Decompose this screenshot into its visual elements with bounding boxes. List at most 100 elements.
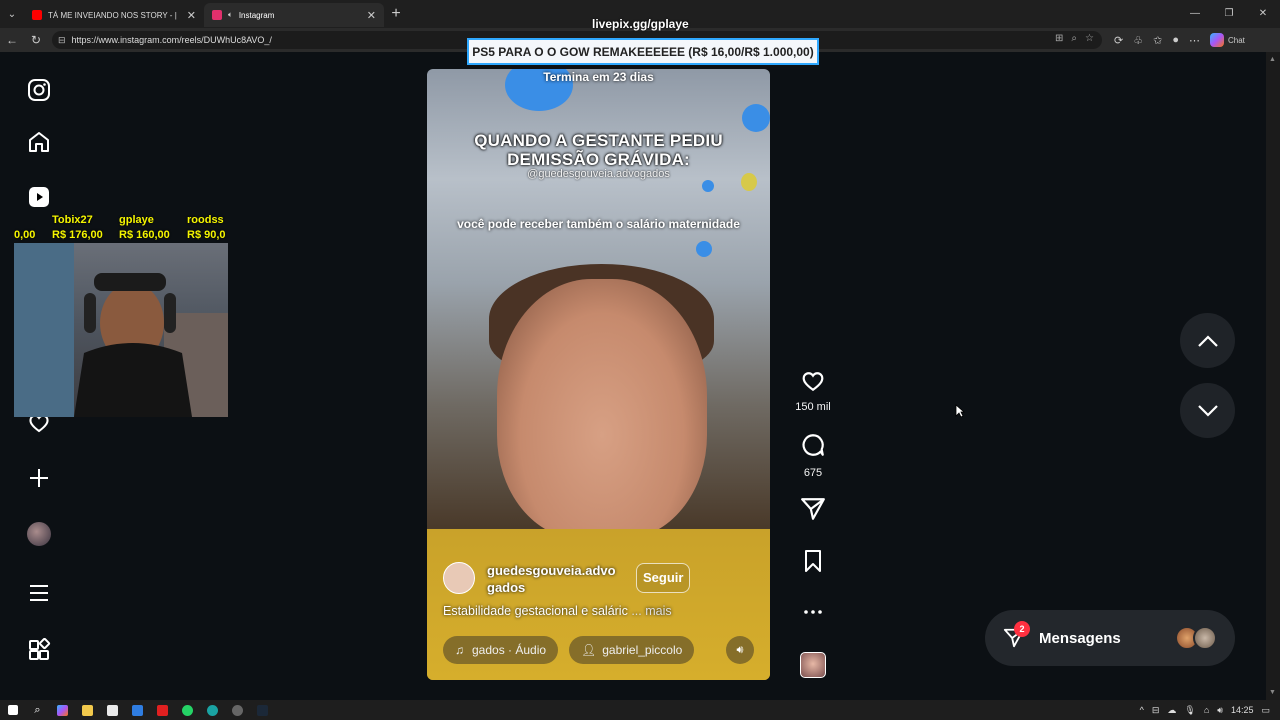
next-reel-button[interactable]	[1180, 383, 1235, 438]
heart-icon	[802, 372, 824, 392]
profile-icon[interactable]: ●	[1172, 34, 1179, 46]
clock[interactable]: 14:25	[1231, 705, 1254, 715]
more-options-icon[interactable]	[792, 600, 834, 629]
author-username-line2: gados	[487, 580, 526, 595]
reel-description[interactable]: Estabilidade gestacional e saláric ... m…	[443, 604, 672, 618]
close-window-button[interactable]: ✕	[1246, 0, 1280, 28]
home-icon[interactable]	[26, 129, 52, 155]
chevron-down-icon	[1197, 404, 1218, 417]
browser-tab-youtube[interactable]: TÁ ME INVEIANDO NOS STORY - | ✕	[24, 3, 204, 27]
start-button[interactable]	[0, 700, 25, 720]
tray-app-icon[interactable]: ☁	[1167, 705, 1176, 716]
message-avatars	[1175, 626, 1217, 650]
microphone-icon[interactable]: 🎙︎	[1184, 705, 1195, 716]
taskbar-app[interactable]	[50, 700, 75, 720]
refresh-button[interactable]: ↻	[24, 33, 48, 47]
audio-thumbnail[interactable]	[792, 652, 834, 683]
also-from-meta-icon[interactable]	[26, 637, 52, 663]
store-icon	[107, 704, 118, 716]
favorite-star-icon[interactable]: ☆	[1085, 33, 1094, 44]
restore-button[interactable]: ❐	[1212, 0, 1246, 28]
page-scrollbar[interactable]: ▲ ▼	[1266, 52, 1280, 700]
close-tab-icon[interactable]: ✕	[367, 9, 376, 22]
edge-browser-icon	[207, 704, 218, 716]
save-action[interactable]	[792, 548, 834, 579]
audio-pill[interactable]: ♫ gados · Áudio	[443, 636, 559, 664]
scroll-down-icon[interactable]: ▼	[1269, 689, 1276, 696]
network-icon[interactable]: ⌂	[1204, 705, 1209, 715]
audio-label: gados · Áudio	[472, 643, 547, 657]
author-username[interactable]: guedesgouveia.advo gados	[487, 562, 627, 596]
system-tray: ^ ⊟ ☁ 🎙︎ ⌂ 🔊︎ 14:25 ▭	[1140, 700, 1270, 720]
taskbar-app[interactable]	[125, 700, 150, 720]
tray-overflow-icon[interactable]: ^	[1140, 705, 1144, 715]
search-button[interactable]: ⌕	[25, 700, 50, 720]
taskbar-app[interactable]	[225, 700, 250, 720]
notifications-icon[interactable]: ▭	[1261, 705, 1270, 716]
back-button[interactable]: ←	[0, 33, 24, 47]
taskbar-app[interactable]	[250, 700, 275, 720]
previous-reel-button[interactable]	[1180, 313, 1235, 368]
comment-action[interactable]: 675	[792, 432, 834, 479]
person-tag-icon: 👤︎	[581, 643, 597, 657]
search-icon: ⌕	[34, 703, 41, 716]
whatsapp-icon	[182, 704, 193, 716]
scroll-up-icon[interactable]: ▲	[1269, 56, 1276, 63]
donor-amount: 0,00	[14, 229, 36, 241]
mute-button[interactable]: 🔊︎	[726, 636, 754, 664]
reel-headline: QUANDO A GESTANTE PEDIU DEMISSÃO GRÁVIDA…	[474, 131, 723, 169]
reel-author[interactable]: guedesgouveia.advo gados	[443, 562, 627, 596]
url-text: https://www.instagram.com/reels/DUWhUc8A…	[71, 35, 272, 45]
donor-name: Tobix27	[52, 214, 93, 226]
tab-title: Instagram	[238, 10, 275, 20]
zoom-icon[interactable]: ⌕	[1071, 33, 1077, 44]
like-action[interactable]: 150 mil	[792, 368, 834, 413]
close-tab-icon[interactable]: ✕	[187, 9, 196, 22]
reel-video[interactable]: Termina em 23 dias QUANDO A GESTANTE PED…	[427, 69, 770, 680]
app-icon	[232, 704, 243, 716]
donor-ranking-strip: 0,00 Tobix27 R$ 176,00 gplaye R$ 160,00 …	[14, 213, 228, 243]
comment-bubble-icon	[802, 434, 824, 456]
share-action[interactable]	[792, 496, 834, 527]
copilot-chat-button[interactable]: Chat	[1209, 33, 1245, 47]
instagram-logo-icon[interactable]	[26, 77, 52, 103]
author-avatar[interactable]	[443, 562, 475, 594]
extensions-icon[interactable]: ⟳	[1114, 34, 1123, 47]
volume-icon[interactable]: 🔊︎	[1217, 705, 1223, 716]
tray-app-icon[interactable]: ⊟	[1152, 705, 1160, 716]
app-available-icon[interactable]: ⊞	[1055, 33, 1063, 44]
copilot-logo-icon	[1209, 33, 1224, 47]
address-bar-actions: ⊞ ⌕ ☆	[1055, 33, 1094, 44]
donor-name: roodss	[187, 214, 224, 226]
windows-logo-icon	[7, 705, 18, 715]
taskbar-app[interactable]	[150, 700, 175, 720]
taskbar-app[interactable]	[200, 700, 225, 720]
browser-tab-instagram[interactable]: 🔈︎ Instagram ✕	[204, 3, 384, 27]
donor-amount: R$ 176,00	[52, 229, 103, 241]
taskbar-app[interactable]	[175, 700, 200, 720]
donor-amount: R$ 160,00	[119, 229, 170, 241]
messages-button[interactable]: 2 Mensagens	[985, 610, 1235, 666]
donation-goal-banner: PS5 PARA O O GOW REMAKEEEEEE (R$ 16,00/R…	[467, 38, 819, 65]
browser-essentials-icon[interactable]: ♧	[1133, 34, 1143, 47]
tab-actions-chevron-icon[interactable]: ⌄	[0, 9, 24, 20]
reels-icon[interactable]	[26, 184, 52, 210]
site-info-icon[interactable]: ⊟	[58, 35, 66, 46]
donor-name: gplaye	[119, 214, 154, 226]
more-link[interactable]: ... mais	[631, 604, 671, 618]
speaker-icon[interactable]: 🔈︎	[228, 10, 233, 20]
new-tab-button[interactable]: +	[384, 5, 408, 23]
tagged-user-pill[interactable]: 👤︎ gabriel_piccolo	[569, 636, 695, 664]
follow-button[interactable]: Seguir	[636, 563, 691, 593]
favorites-icon[interactable]: ✩	[1153, 34, 1162, 47]
settings-more-icon[interactable]: ⋯	[1189, 34, 1200, 47]
taskbar-app[interactable]	[100, 700, 125, 720]
taskbar-app[interactable]	[75, 700, 100, 720]
more-menu-icon[interactable]	[26, 580, 52, 606]
minimize-button[interactable]: —	[1178, 0, 1212, 28]
profile-avatar[interactable]	[26, 521, 52, 547]
copilot-icon	[57, 704, 68, 716]
chevron-up-icon	[1197, 334, 1218, 347]
countdown-label: Termina em 23 dias	[543, 70, 654, 84]
create-plus-icon[interactable]	[26, 465, 52, 491]
